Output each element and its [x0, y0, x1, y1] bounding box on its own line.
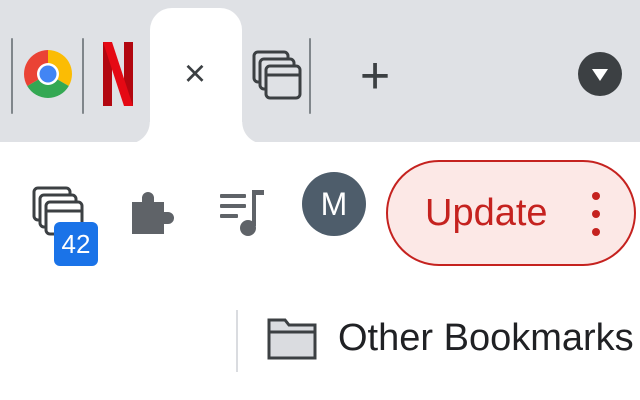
tab-strip: × + — [0, 0, 640, 144]
chevron-down-icon — [592, 69, 608, 81]
tab-count-badge[interactable]: 42 — [54, 222, 98, 266]
more-vert-icon — [584, 190, 608, 238]
profile-avatar[interactable]: M — [302, 172, 366, 236]
other-bookmarks-folder[interactable]: Other Bookmarks — [262, 306, 634, 370]
tab-search-button[interactable] — [578, 52, 622, 96]
tab-group-icon[interactable] — [252, 50, 302, 102]
media-controls-button[interactable] — [218, 186, 268, 240]
close-icon[interactable]: × — [180, 54, 210, 94]
tab-separator — [82, 38, 84, 114]
netflix-logo-icon[interactable] — [103, 42, 133, 106]
update-button[interactable]: Update — [386, 160, 636, 266]
tab-separator — [309, 38, 311, 114]
chrome-logo-icon[interactable] — [24, 44, 72, 104]
extensions-button[interactable] — [128, 188, 174, 238]
new-tab-button[interactable]: + — [350, 50, 400, 103]
active-tab[interactable]: × — [128, 8, 264, 144]
bookmarks-separator — [236, 310, 238, 372]
other-bookmarks-label: Other Bookmarks — [338, 317, 634, 359]
folder-icon — [267, 318, 317, 360]
playlist-music-icon — [220, 190, 264, 236]
update-label: Update — [425, 192, 548, 234]
puzzle-piece-icon — [132, 192, 174, 234]
tab-separator — [11, 38, 13, 114]
